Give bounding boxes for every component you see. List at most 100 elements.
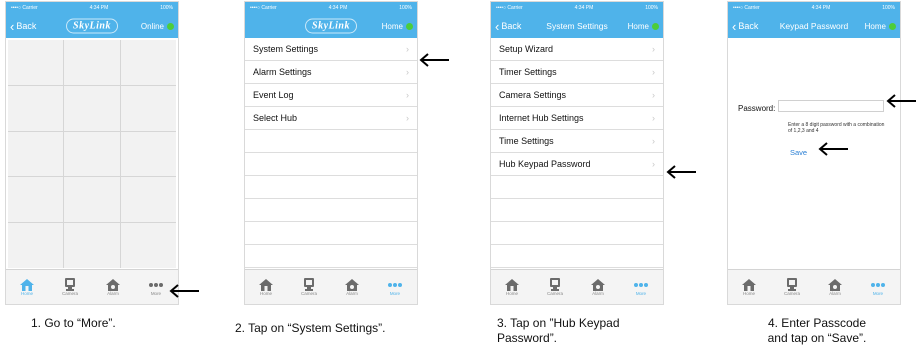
tab-bar: Home Camera Alarm More	[728, 269, 900, 304]
empty-row	[245, 153, 417, 176]
tab-camera[interactable]: Camera	[301, 278, 317, 296]
tab-camera[interactable]: Camera	[62, 278, 78, 296]
menu-item-label: System Settings	[253, 44, 319, 54]
phone-screen-2: ••••○ Carrier 4:34 PM 100% SkyLink Home …	[244, 1, 418, 305]
skylink-logo: SkyLink	[305, 18, 357, 34]
arrow-pointer-icon	[169, 284, 199, 298]
camera-cell[interactable]	[120, 40, 176, 85]
camera-cell[interactable]	[120, 177, 176, 223]
empty-row	[245, 130, 417, 153]
menu-item[interactable]: Timer Settings ›	[491, 61, 663, 84]
online-label: Online	[140, 21, 164, 31]
camera-cell[interactable]	[8, 131, 64, 177]
menu-item[interactable]: Event Log ›	[245, 84, 417, 107]
tab-alarm[interactable]: Alarm	[105, 278, 120, 296]
home-label: Home	[381, 21, 403, 31]
time-text: 4:34 PM	[811, 5, 831, 11]
step-caption-1: 1. Go to “More”.	[31, 316, 116, 330]
menu-item-label: Select Hub	[253, 113, 298, 123]
home-link[interactable]: Home	[865, 22, 896, 31]
tab-label: Home	[505, 290, 518, 296]
chevron-right-icon: ›	[652, 136, 655, 146]
menu-item[interactable]: Hub Keypad Password ›	[491, 153, 663, 176]
empty-row	[245, 245, 417, 268]
alarm-icon	[827, 278, 842, 291]
phone-screen-3: ••••○ Carrier 4:34 PM 100% ‹ Back System …	[490, 1, 664, 305]
menu-item[interactable]: Internet Hub Settings ›	[491, 107, 663, 130]
online-dot-icon	[652, 22, 659, 30]
tab-alarm[interactable]: Alarm	[590, 278, 605, 296]
password-input[interactable]	[778, 100, 884, 112]
menu-item-label: Internet Hub Settings	[499, 113, 584, 123]
carrier-text: ••••○ Carrier	[11, 5, 38, 11]
camera-icon	[303, 278, 315, 291]
caption-line: and tap on “Save”.	[767, 331, 867, 345]
tab-more[interactable]: More	[870, 279, 886, 296]
tab-bar: Home Camera Alarm More	[245, 269, 417, 304]
tab-home[interactable]: Home	[741, 278, 756, 296]
time-text: 4:34 PM	[574, 5, 594, 11]
back-button[interactable]: ‹ Back	[495, 20, 521, 33]
nav-bar: SkyLink Home	[245, 14, 417, 38]
menu-item-label: Time Settings	[499, 136, 554, 146]
screen-title: System Settings	[546, 21, 608, 31]
tab-more[interactable]: More	[633, 279, 649, 296]
tab-label: More	[635, 290, 647, 296]
alarm-icon	[344, 278, 359, 291]
empty-row	[491, 222, 663, 245]
camera-cell[interactable]	[8, 177, 64, 223]
more-icon	[870, 279, 886, 291]
tab-camera[interactable]: Camera	[784, 278, 800, 296]
tab-label: Camera	[546, 291, 563, 296]
tab-home[interactable]: Home	[19, 278, 34, 296]
menu-item[interactable]: Select Hub ›	[245, 107, 417, 130]
nav-bar: ‹ Back SkyLink Online	[6, 14, 178, 38]
step-caption-2: 2. Tap on “System Settings”.	[235, 321, 386, 335]
arrow-pointer-icon	[419, 53, 449, 67]
nav-bar: ‹ Back System Settings Home	[491, 14, 663, 38]
home-link[interactable]: Home	[628, 22, 659, 31]
tab-label: More	[389, 290, 401, 296]
tab-home[interactable]: Home	[504, 278, 519, 296]
battery-text: 100%	[160, 5, 173, 11]
camera-cell[interactable]	[8, 85, 64, 131]
camera-cell[interactable]	[120, 85, 176, 131]
back-button[interactable]: ‹ Back	[10, 20, 36, 33]
save-button[interactable]: Save	[790, 148, 807, 157]
tab-label: Home	[259, 290, 272, 296]
camera-cell[interactable]	[64, 131, 120, 177]
screen-title: Keypad Password	[779, 21, 849, 31]
menu-item[interactable]: System Settings ›	[245, 38, 417, 61]
camera-cell[interactable]	[64, 223, 120, 268]
time-text: 4:34 PM	[328, 5, 348, 11]
camera-cell[interactable]	[120, 223, 176, 268]
menu-item[interactable]: Alarm Settings ›	[245, 61, 417, 84]
tab-home[interactable]: Home	[258, 278, 273, 296]
status-bar: ••••○ Carrier 4:34 PM 100%	[491, 2, 663, 14]
camera-cell[interactable]	[8, 40, 64, 85]
tab-alarm[interactable]: Alarm	[827, 278, 842, 296]
menu-item[interactable]: Setup Wizard ›	[491, 38, 663, 61]
online-dot-icon	[889, 22, 896, 30]
home-link[interactable]: Home	[382, 22, 413, 31]
tab-more[interactable]: More	[148, 279, 164, 296]
menu-item[interactable]: Time Settings ›	[491, 130, 663, 153]
chevron-right-icon: ›	[406, 67, 409, 77]
home-icon	[258, 278, 273, 291]
battery-text: 100%	[645, 5, 658, 11]
tab-more[interactable]: More	[387, 279, 403, 296]
empty-row	[491, 199, 663, 222]
tab-alarm[interactable]: Alarm	[344, 278, 359, 296]
camera-cell[interactable]	[64, 177, 120, 223]
tab-camera[interactable]: Camera	[547, 278, 563, 296]
camera-cell[interactable]	[8, 223, 64, 268]
camera-cell[interactable]	[64, 85, 120, 131]
back-button[interactable]: ‹ Back	[732, 20, 758, 33]
menu-item-label: Event Log	[253, 90, 294, 100]
menu-item[interactable]: Camera Settings ›	[491, 84, 663, 107]
camera-cell[interactable]	[64, 40, 120, 85]
tab-label: More	[872, 290, 884, 296]
camera-cell[interactable]	[120, 131, 176, 177]
online-dot-icon	[167, 22, 174, 30]
chevron-left-icon: ‹	[495, 18, 500, 34]
